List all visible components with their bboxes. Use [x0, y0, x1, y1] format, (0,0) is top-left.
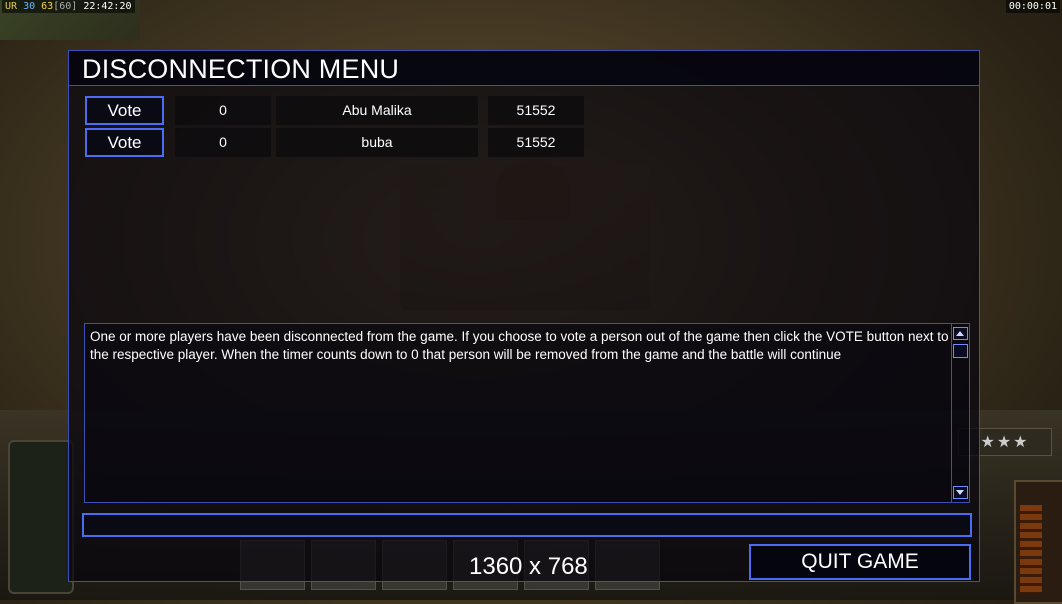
- game-stats-readout: UR 30 63[60] 22:42:20: [2, 0, 135, 13]
- scroll-down-arrow-icon[interactable]: [953, 486, 968, 499]
- message-box: One or more players have been disconnect…: [84, 323, 970, 503]
- disconnect-message: One or more players have been disconnect…: [90, 329, 949, 362]
- vote-count: 0: [175, 96, 271, 125]
- resolution-label: 1360 x 768: [469, 553, 588, 580]
- scroll-thumb[interactable]: [953, 344, 968, 358]
- game-timer: 00:00:01: [1005, 0, 1060, 13]
- disconnection-dialog: DISCONNECTION MENU Vote 0 Abu Malika 515…: [68, 50, 980, 582]
- chat-input[interactable]: [82, 513, 972, 537]
- vote-button[interactable]: Vote: [85, 128, 164, 157]
- player-name: Abu Malika: [276, 96, 478, 125]
- scroll-up-arrow-icon[interactable]: [953, 327, 968, 340]
- stat-value-2: 63: [41, 1, 54, 12]
- stat-value-1: 30: [23, 1, 36, 12]
- stat-ur: UR: [5, 1, 18, 12]
- vote-count: 0: [175, 128, 271, 157]
- player-name: buba: [276, 128, 478, 157]
- quit-game-button[interactable]: QUIT GAME: [749, 544, 971, 580]
- message-scrollbar[interactable]: [951, 324, 969, 502]
- vote-button[interactable]: Vote: [85, 96, 164, 125]
- power-meter-bar: [1020, 505, 1042, 593]
- hud-radar-frame: [8, 440, 74, 594]
- player-port: 51552: [488, 96, 584, 125]
- clock-time: 22:42:20: [83, 1, 132, 12]
- stat-value-3: [60]: [53, 1, 78, 12]
- dialog-title: DISCONNECTION MENU: [82, 54, 400, 84]
- player-port: 51552: [488, 128, 584, 157]
- dialog-title-bar: DISCONNECTION MENU: [69, 51, 979, 86]
